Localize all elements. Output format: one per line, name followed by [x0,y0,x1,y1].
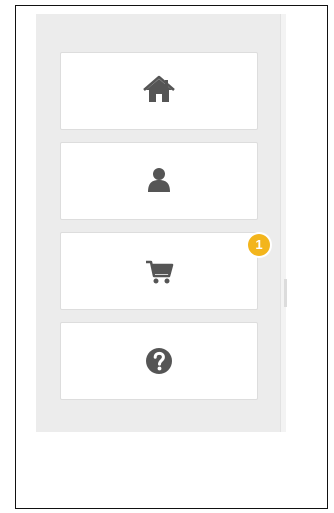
cart-count-badge: 1 [248,234,270,256]
help-icon [146,348,172,374]
sidebar-item-profile[interactable] [60,142,258,220]
screen-frame: 1 [15,5,328,509]
sidebar-item-help[interactable] [60,322,258,400]
cart-icon [146,260,174,284]
user-icon [148,168,170,192]
sidebar-item-home[interactable] [60,52,258,130]
sidebar: 1 [36,14,287,432]
sidebar-item-cart[interactable] [60,232,258,310]
home-icon [143,75,175,102]
sidebar-edge-tab [284,279,287,307]
sidebar-edge [280,14,287,432]
